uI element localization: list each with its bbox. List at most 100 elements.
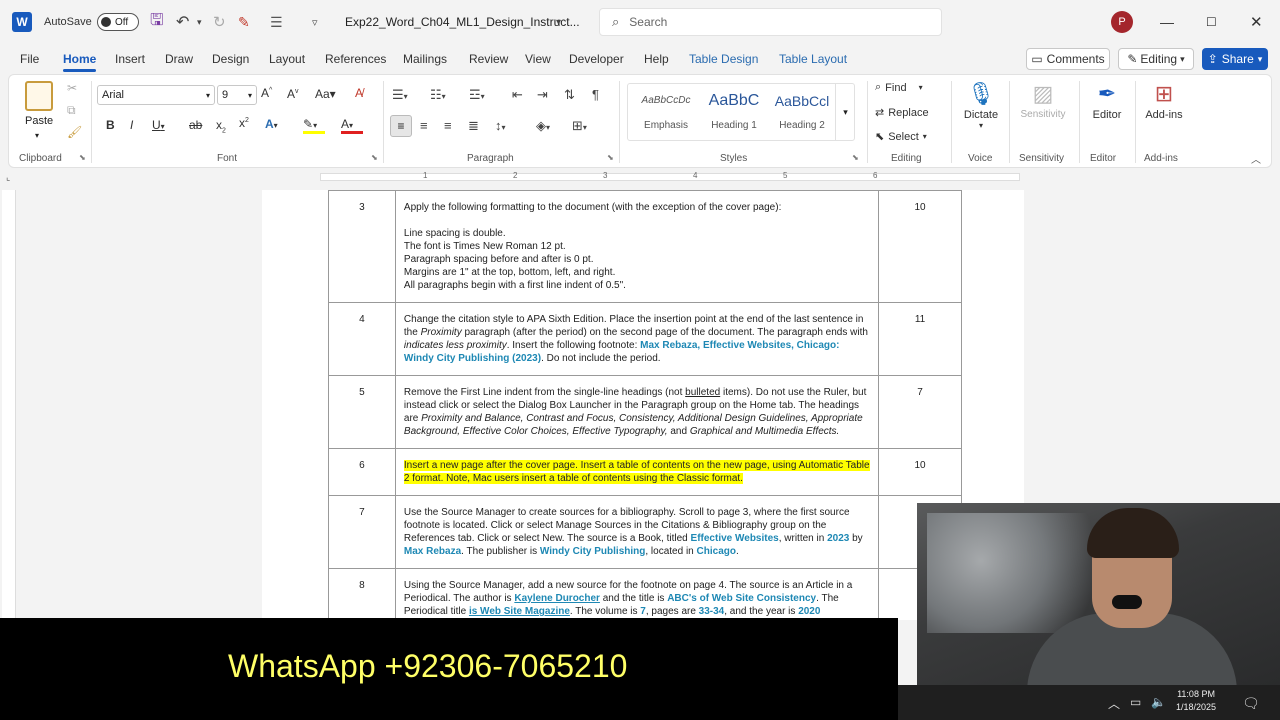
- tab-view[interactable]: View: [525, 52, 551, 66]
- tab-home[interactable]: Home: [63, 52, 97, 72]
- font-launcher-icon[interactable]: ⬊: [371, 153, 378, 162]
- styles-launcher-icon[interactable]: ⬊: [852, 153, 859, 162]
- font-name-select[interactable]: Arial ▾: [97, 85, 215, 105]
- network-icon[interactable]: ▭: [1130, 695, 1141, 709]
- document-title[interactable]: Exp22_Word_Ch04_ML1_Design_Instruct...: [345, 0, 580, 44]
- maximize-icon[interactable]: ☐: [1206, 0, 1217, 44]
- borders-icon[interactable]: ⊞▾: [572, 118, 587, 134]
- search-box[interactable]: ⌕ Search: [599, 8, 942, 36]
- chevron-down-icon[interactable]: ▾: [556, 0, 561, 44]
- tab-draw[interactable]: Draw: [165, 52, 193, 66]
- undo-dropdown-icon[interactable]: ▾: [197, 0, 202, 44]
- decrease-indent-icon[interactable]: ⇤: [512, 87, 523, 103]
- chevron-up-icon[interactable]: ︿: [1108, 695, 1120, 712]
- redo-icon[interactable]: ↻: [213, 0, 226, 44]
- cut-icon[interactable]: ✂: [67, 81, 77, 95]
- clear-formatting-icon[interactable]: A̸: [355, 86, 363, 100]
- font-size-select[interactable]: 9 ▾: [217, 85, 257, 105]
- horizontal-ruler[interactable]: 1 2 3 4 5 6: [20, 170, 1260, 184]
- font-color-icon[interactable]: A▾: [341, 117, 363, 134]
- tab-help[interactable]: Help: [644, 52, 669, 66]
- style-heading-1[interactable]: AaBbC Heading 1: [700, 90, 768, 131]
- multilevel-list-icon[interactable]: ☲▾: [469, 87, 485, 103]
- editor-pen-icon: ✒: [1097, 81, 1117, 106]
- align-right-icon[interactable]: ≡: [444, 118, 452, 133]
- step-description[interactable]: Remove the First Line indent from the si…: [394, 375, 880, 449]
- tab-references[interactable]: References: [325, 52, 386, 66]
- strikethrough-icon[interactable]: ab: [189, 118, 202, 132]
- undo-icon[interactable]: ↶: [176, 0, 189, 44]
- sensitivity-button[interactable]: ▨ Sensitivity: [1015, 79, 1071, 120]
- subscript-icon[interactable]: x2: [216, 118, 226, 134]
- underline-icon[interactable]: U▾: [152, 118, 165, 132]
- tab-insert[interactable]: Insert: [115, 52, 145, 66]
- clipboard-launcher-icon[interactable]: ⬊: [79, 153, 86, 162]
- avatar[interactable]: P: [1111, 0, 1133, 44]
- tab-design[interactable]: Design: [212, 52, 249, 66]
- align-left-icon[interactable]: ≡: [390, 115, 412, 137]
- list-icon[interactable]: ☰: [270, 0, 283, 44]
- tab-mailings[interactable]: Mailings: [403, 52, 447, 66]
- comments-button[interactable]: ▭ Comments: [1026, 48, 1110, 70]
- share-button[interactable]: ⇪ Share ▾: [1202, 48, 1268, 70]
- volume-icon[interactable]: 🔈: [1151, 695, 1166, 709]
- replace-button[interactable]: ⇄ Replace: [875, 106, 929, 120]
- bold-icon[interactable]: B: [106, 118, 115, 132]
- show-formatting-marks-icon[interactable]: ¶: [592, 87, 599, 102]
- paste-icon[interactable]: [25, 81, 53, 111]
- shading-icon[interactable]: ◈▾: [536, 118, 550, 134]
- vertical-ruler[interactable]: [2, 190, 16, 620]
- highlight-color-icon[interactable]: ✎▾: [303, 117, 325, 134]
- minimize-icon[interactable]: —: [1160, 0, 1174, 44]
- collapse-ribbon-icon[interactable]: ︿: [1251, 151, 1261, 166]
- step-description[interactable]: Using the Source Manager, add a new sour…: [394, 568, 880, 620]
- sort-icon[interactable]: ⇅: [564, 87, 575, 103]
- bullets-icon[interactable]: ☰▾: [392, 87, 408, 103]
- select-button[interactable]: ⬉ Select ▾: [875, 130, 927, 144]
- step-description[interactable]: Change the citation style to APA Sixth E…: [394, 302, 880, 376]
- italic-icon[interactable]: I: [130, 118, 133, 132]
- addins-button[interactable]: ⊞ Add-ins: [1141, 79, 1187, 121]
- paragraph-group-label: Paragraph: [467, 153, 514, 164]
- step-description[interactable]: Insert a new page after the cover page. …: [394, 448, 880, 496]
- find-button[interactable]: ⌕ Find ▾: [875, 81, 923, 94]
- document-page[interactable]: 3 Apply the following formatting to the …: [262, 190, 1024, 620]
- tab-selector-icon[interactable]: ⌞: [6, 172, 10, 183]
- style-heading-2[interactable]: AaBbCcl Heading 2: [768, 90, 836, 131]
- style-emphasis[interactable]: AaBbCcDc Emphasis: [632, 90, 700, 131]
- tab-table-design[interactable]: Table Design: [689, 52, 758, 66]
- justify-icon[interactable]: ≣: [468, 118, 479, 134]
- styles-more-icon[interactable]: ▾: [835, 83, 855, 141]
- customize-quick-access-icon[interactable]: ▿: [312, 0, 318, 44]
- notifications-icon[interactable]: 🗨: [1242, 695, 1260, 712]
- change-case-icon[interactable]: Aa▾: [315, 87, 336, 101]
- paste-button-label[interactable]: Paste: [25, 115, 53, 127]
- align-center-icon[interactable]: ≡: [420, 118, 428, 133]
- autosave-toggle[interactable]: Off: [97, 0, 139, 44]
- line-spacing-icon[interactable]: ↕▾: [495, 118, 506, 133]
- step-description[interactable]: Apply the following formatting to the do…: [394, 190, 880, 303]
- format-painter-icon[interactable]: 🖌: [67, 125, 82, 139]
- tab-table-layout[interactable]: Table Layout: [779, 52, 847, 66]
- increase-indent-icon[interactable]: ⇥: [537, 87, 548, 103]
- copy-icon[interactable]: ⧉: [67, 103, 76, 118]
- track-changes-icon[interactable]: ✎: [238, 0, 250, 44]
- tab-review[interactable]: Review: [469, 52, 508, 66]
- paste-dropdown-icon[interactable]: ▾: [35, 131, 39, 140]
- taskbar-clock[interactable]: 11:08 PM 1/18/2025: [1176, 688, 1216, 714]
- close-icon[interactable]: ✕: [1250, 0, 1263, 44]
- dictate-button[interactable]: 🎙 Dictate ▾: [959, 79, 1003, 130]
- grow-font-icon[interactable]: A^: [261, 86, 272, 100]
- superscript-icon[interactable]: x2: [239, 116, 249, 130]
- tab-layout[interactable]: Layout: [269, 52, 305, 66]
- tab-developer[interactable]: Developer: [569, 52, 624, 66]
- editor-button[interactable]: ✒ Editor: [1085, 79, 1129, 121]
- save-icon[interactable]: 🖫: [150, 0, 164, 44]
- text-effects-icon[interactable]: A▾: [265, 117, 278, 131]
- paragraph-launcher-icon[interactable]: ⬊: [607, 153, 614, 162]
- editing-mode-button[interactable]: ✎ Editing ▾: [1118, 48, 1194, 70]
- numbering-icon[interactable]: ☷▾: [430, 87, 446, 103]
- step-description[interactable]: Use the Source Manager to create sources…: [394, 495, 880, 569]
- shrink-font-icon[interactable]: Av: [287, 87, 299, 101]
- tab-file[interactable]: File: [20, 52, 39, 66]
